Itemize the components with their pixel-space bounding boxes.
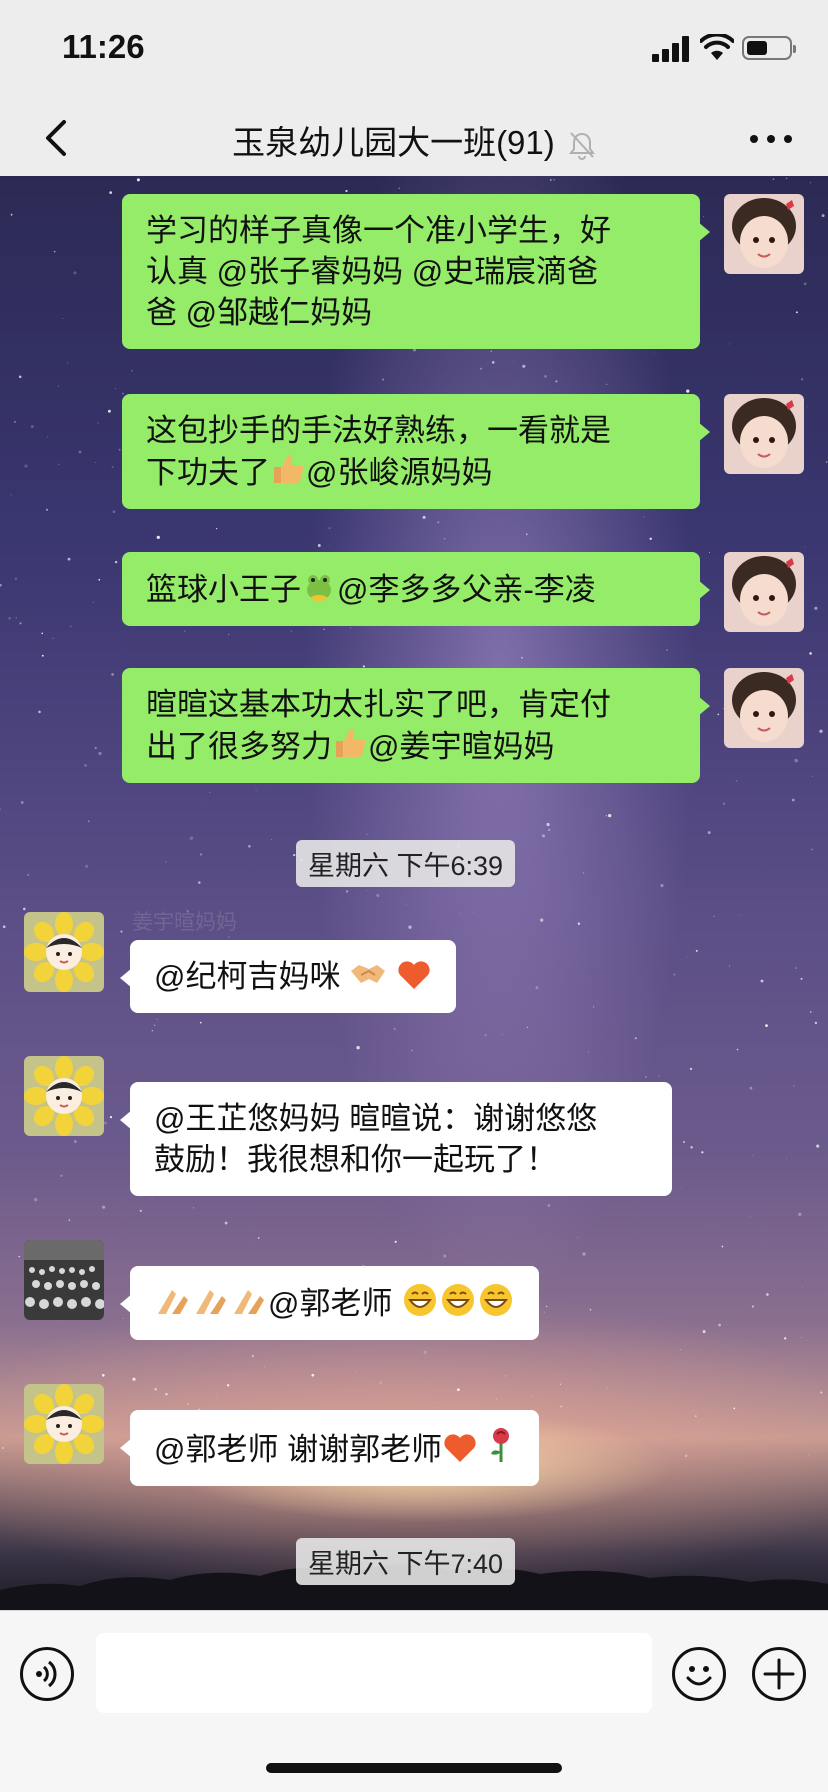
plus-button[interactable] bbox=[752, 1647, 806, 1701]
thumbs-up-icon bbox=[336, 728, 366, 757]
avatar-crowd-photo[interactable] bbox=[24, 1240, 104, 1320]
starfield-background bbox=[0, 177, 828, 1475]
voice-button[interactable] bbox=[20, 1647, 74, 1701]
avatar-sunflower[interactable] bbox=[24, 912, 104, 992]
timestamp: 星期六 下午6:39 bbox=[296, 840, 516, 887]
grin-icon bbox=[404, 1284, 437, 1316]
incoming-message[interactable]: @王芷悠妈妈 暄暄说：谢谢悠悠 鼓励！我很想和你一起玩了！ bbox=[120, 1082, 672, 1196]
status-bar: 11:26 bbox=[0, 0, 828, 100]
heart-icon bbox=[398, 961, 430, 989]
pray-icon bbox=[158, 1290, 188, 1314]
grin-icon bbox=[442, 1284, 475, 1316]
sender-name: 姜宇暄妈妈 bbox=[132, 911, 237, 934]
pray-icon bbox=[234, 1290, 264, 1314]
avatar-self[interactable] bbox=[724, 394, 804, 474]
message-line: 暄暄这基本功太扎实了吧，肯定付 bbox=[146, 687, 611, 722]
handshake-icon bbox=[351, 965, 386, 983]
chat-title-wrap: 玉泉幼儿园大一班(91) bbox=[0, 116, 828, 164]
message-line: 认真 @张子睿妈妈 @史瑞宸滴爸 bbox=[146, 254, 599, 289]
outgoing-message[interactable]: 篮球小王子 @李多多父亲-李凌 bbox=[122, 552, 710, 626]
outgoing-message[interactable]: 学习的样子真像一个准小学生，好 认真 @张子睿妈妈 @史瑞宸滴爸 爸 @邹越仁妈… bbox=[122, 194, 710, 349]
input-bar bbox=[0, 1610, 828, 1792]
outgoing-message[interactable]: 暄暄这基本功太扎实了吧，肯定付 出了很多努力 @姜宇暄妈妈 bbox=[122, 668, 710, 783]
avatar-sunflower[interactable] bbox=[24, 1384, 104, 1464]
nav-bar: 玉泉幼儿园大一班(91) bbox=[0, 100, 828, 176]
frog-icon bbox=[307, 575, 331, 601]
status-time: 11:26 bbox=[62, 28, 145, 65]
outgoing-message[interactable]: 这包抄手的手法好熟练，一看就是 下功夫了 @张峻源妈妈 bbox=[122, 394, 710, 509]
thumbs-up-icon bbox=[274, 454, 304, 483]
more-button[interactable] bbox=[748, 124, 794, 154]
incoming-message[interactable]: @纪柯吉妈咪 bbox=[120, 940, 456, 1013]
plus-icon bbox=[763, 1658, 795, 1690]
signal-icon bbox=[652, 36, 692, 62]
message-input[interactable] bbox=[96, 1633, 652, 1713]
chat-title: 玉泉幼儿园大一班(91) bbox=[232, 124, 555, 161]
message-line: 下功夫了 @张峻源妈妈 bbox=[146, 451, 676, 493]
incoming-message[interactable]: @郭老师 谢谢郭老师 bbox=[120, 1410, 539, 1486]
heart-icon bbox=[444, 1434, 476, 1462]
avatar-self[interactable] bbox=[724, 194, 804, 274]
incoming-message[interactable]: @郭老师 bbox=[119, 1266, 540, 1340]
message-line: @王芷悠妈妈 暄暄说：谢谢悠悠 bbox=[154, 1101, 598, 1136]
emoji-button[interactable] bbox=[672, 1647, 726, 1701]
avatar-sunflower[interactable] bbox=[24, 1056, 104, 1136]
message-line: 鼓励！我很想和你一起玩了！ bbox=[154, 1142, 557, 1177]
smiley-icon bbox=[686, 1666, 712, 1686]
grin-icon bbox=[480, 1284, 513, 1316]
voice-icon bbox=[36, 1660, 57, 1688]
battery-icon bbox=[742, 36, 796, 60]
chat-area[interactable]: 学习的样子真像一个准小学生，好 认真 @张子睿妈妈 @史瑞宸滴爸 爸 @邹越仁妈… bbox=[0, 176, 828, 1610]
message-line: 爸 @邹越仁妈妈 bbox=[146, 295, 373, 330]
pray-icon bbox=[196, 1290, 226, 1314]
wifi-icon bbox=[700, 34, 734, 60]
avatar-self[interactable] bbox=[724, 668, 804, 748]
message-line: 学习的样子真像一个准小学生，好 bbox=[146, 213, 611, 248]
bell-off-icon bbox=[568, 132, 595, 161]
rose-icon bbox=[490, 1428, 509, 1462]
avatar-self[interactable] bbox=[724, 552, 804, 632]
timestamp: 星期六 下午7:40 bbox=[296, 1538, 516, 1585]
home-indicator bbox=[266, 1763, 562, 1773]
message-line: 这包抄手的手法好熟练，一看就是 bbox=[146, 413, 611, 448]
more-dots-icon bbox=[750, 135, 758, 143]
message-line: 出了很多努力 @姜宇暄妈妈 bbox=[146, 725, 676, 767]
